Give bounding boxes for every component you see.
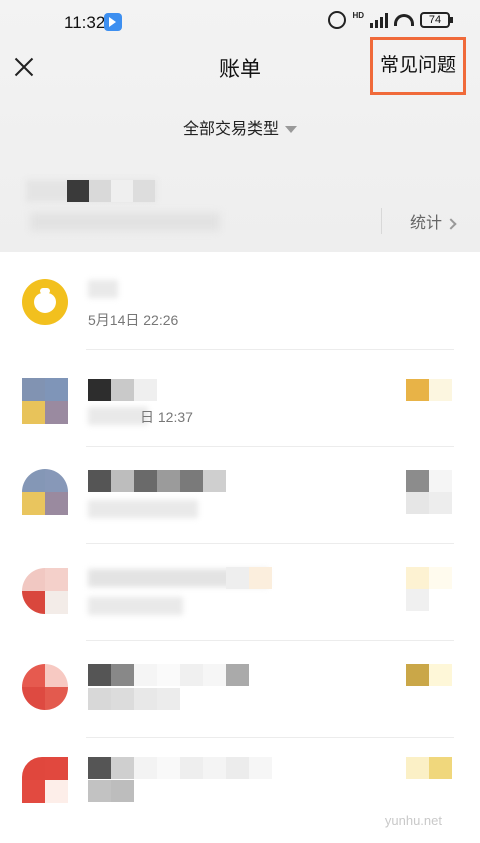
avatar [22, 664, 68, 710]
money-bag-icon [22, 279, 68, 325]
alarm-icon [328, 11, 347, 29]
faq-button[interactable]: 常见问题 [370, 37, 466, 95]
bill-item[interactable] [0, 543, 480, 640]
amount-mosaic [406, 567, 452, 611]
hd-label: HD [352, 11, 364, 20]
item-title-mosaic [226, 567, 272, 589]
amount-mosaic [406, 379, 452, 401]
item-time: 日 12:37 [140, 409, 193, 425]
month-header: 统计 [0, 168, 480, 252]
avatar [22, 568, 68, 614]
item-date-redacted [88, 597, 183, 615]
signal-icon [370, 12, 388, 28]
month-summary-redacted [30, 213, 220, 231]
stats-label: 统计 [410, 215, 443, 232]
status-icons: HD 74 [328, 11, 453, 29]
avatar [22, 757, 68, 803]
amount-mosaic [406, 470, 452, 514]
bill-item[interactable]: 5月14日 22:26 [0, 252, 480, 349]
item-date-mosaic [88, 688, 180, 710]
item-title-mosaic [88, 664, 249, 686]
bill-list: 5月14日 22:26 日 12:37 [0, 252, 480, 834]
wifi-icon [394, 14, 414, 26]
item-title-mosaic [88, 757, 272, 779]
bill-item[interactable] [0, 446, 480, 543]
avatar [22, 378, 68, 424]
amount-mosaic [406, 664, 452, 686]
app-notification-icon [104, 13, 122, 31]
filter-label: 全部交易类型 [182, 121, 279, 138]
stats-link[interactable]: 统计 [410, 209, 457, 233]
month-title-mosaic [67, 180, 155, 202]
bill-item[interactable]: 日 12:37 [0, 349, 480, 446]
divider [381, 208, 382, 234]
item-date-redacted [88, 500, 198, 518]
watermark: yunhu.net [384, 813, 442, 828]
item-date-mosaic [88, 780, 134, 802]
chevron-right-icon [445, 218, 457, 230]
item-time: 5月14日 22:26 [88, 312, 179, 328]
transaction-type-filter[interactable]: 全部交易类型 [0, 115, 480, 139]
item-date-redacted [88, 407, 148, 425]
bill-item[interactable] [0, 640, 480, 737]
item-title-mosaic [88, 470, 226, 492]
battery-icon: 74 [420, 12, 453, 28]
item-title-mosaic [88, 379, 157, 401]
avatar [22, 469, 68, 515]
item-title-redacted [88, 280, 118, 298]
status-time: 11:32 [64, 13, 106, 32]
amount-mosaic [406, 757, 452, 779]
caret-down-icon [285, 126, 297, 134]
